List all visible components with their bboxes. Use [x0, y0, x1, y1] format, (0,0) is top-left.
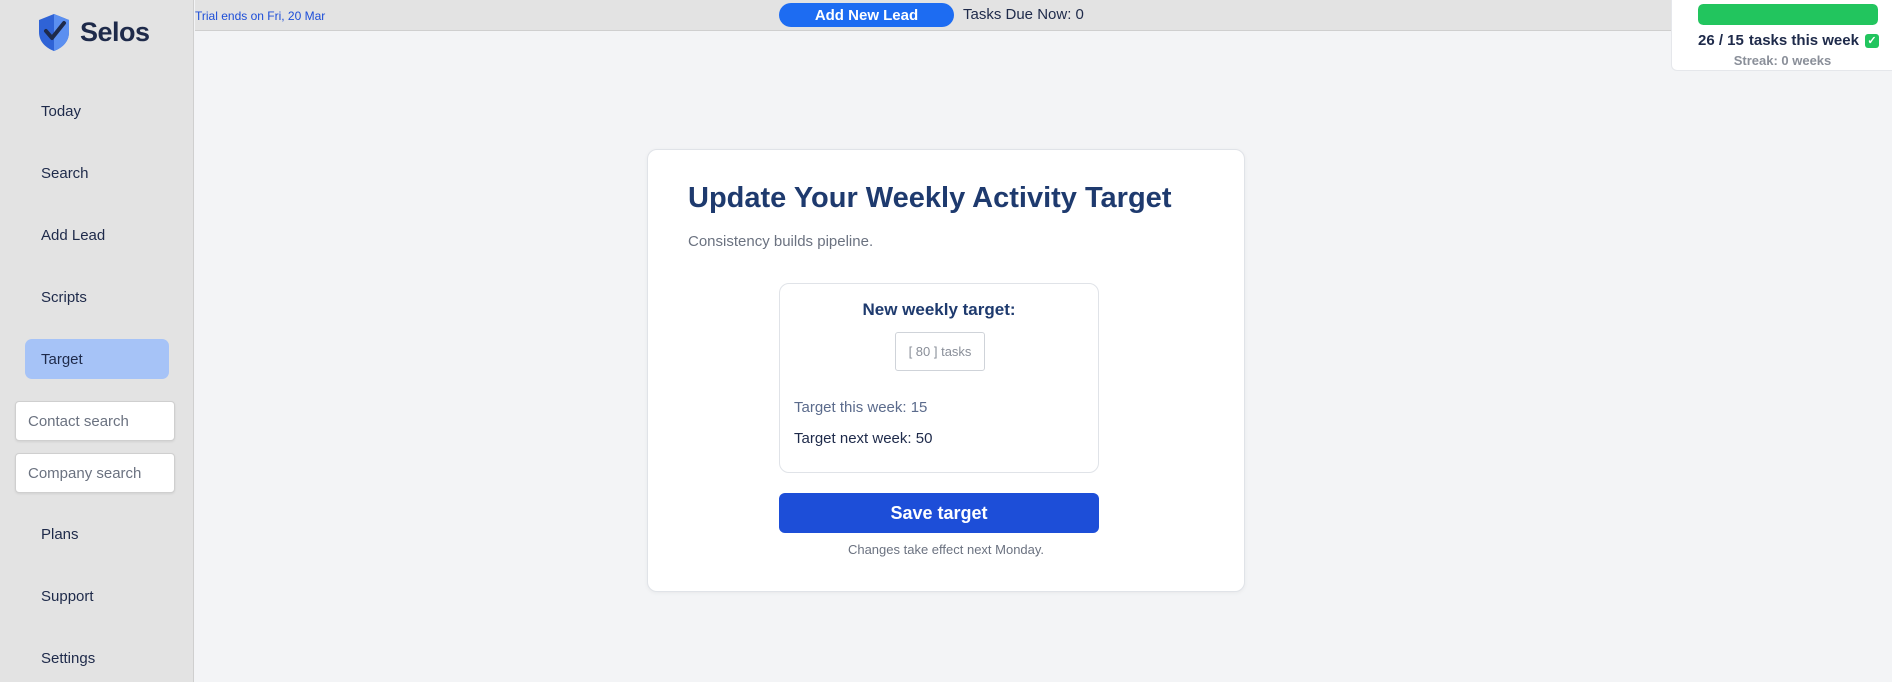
add-new-lead-button[interactable]: Add New Lead: [779, 3, 954, 27]
progress-label: tasks this week: [1748, 32, 1859, 49]
page-title: Update Your Weekly Activity Target: [688, 182, 1172, 214]
target-next-week: Target next week: 50: [794, 430, 933, 447]
sidebar-item-today[interactable]: Today: [25, 91, 169, 131]
tasks-due-counter: Tasks Due Now: 0: [963, 6, 1084, 23]
progress-bar: [1698, 4, 1878, 25]
trial-notice[interactable]: Trial ends on Fri, 20 Mar: [195, 9, 325, 23]
logo[interactable]: Selos: [34, 12, 150, 52]
company-search-input[interactable]: [15, 453, 175, 493]
sidebar-item-target[interactable]: Target: [25, 339, 169, 379]
new-target-heading: New weekly target:: [862, 300, 1016, 319]
sidebar-item-settings[interactable]: Settings: [25, 638, 169, 678]
progress-summary: 26 / 15 tasks this week ✓: [1698, 32, 1879, 49]
sidebar: Selos Today Search Add Lead Scripts Targ…: [0, 0, 194, 682]
sidebar-item-scripts[interactable]: Scripts: [25, 277, 169, 317]
contact-search-input[interactable]: [15, 401, 175, 441]
weekly-target-input[interactable]: [ 80 ] tasks: [895, 332, 985, 371]
target-this-week: Target this week: 15: [794, 399, 928, 416]
progress-bar-fill: [1698, 4, 1878, 25]
weekly-progress-widget: 26 / 15 tasks this week ✓ Streak: 0 week…: [1671, 0, 1892, 71]
target-settings-box: New weekly target: [ 80 ] tasks Target t…: [779, 283, 1099, 473]
app-name: Selos: [80, 16, 150, 47]
sidebar-item-search[interactable]: Search: [25, 153, 169, 193]
streak-text: Streak: 0 weeks: [1733, 53, 1832, 68]
sidebar-item-support[interactable]: Support: [25, 576, 169, 616]
progress-count: 26 / 15: [1698, 32, 1744, 49]
shield-logo-icon: [39, 14, 69, 51]
top-bar: Trial ends on Fri, 20 Mar Add New Lead T…: [195, 0, 1892, 31]
weekly-target-card: Update Your Weekly Activity Target Consi…: [647, 149, 1245, 592]
sidebar-item-plans[interactable]: Plans: [25, 514, 169, 554]
save-note: Changes take effect next Monday.: [847, 542, 1045, 557]
page-subtitle: Consistency builds pipeline.: [688, 233, 874, 250]
check-icon: ✓: [1864, 33, 1879, 48]
sidebar-item-add-lead[interactable]: Add Lead: [25, 215, 169, 255]
save-target-button[interactable]: Save target: [779, 493, 1099, 533]
